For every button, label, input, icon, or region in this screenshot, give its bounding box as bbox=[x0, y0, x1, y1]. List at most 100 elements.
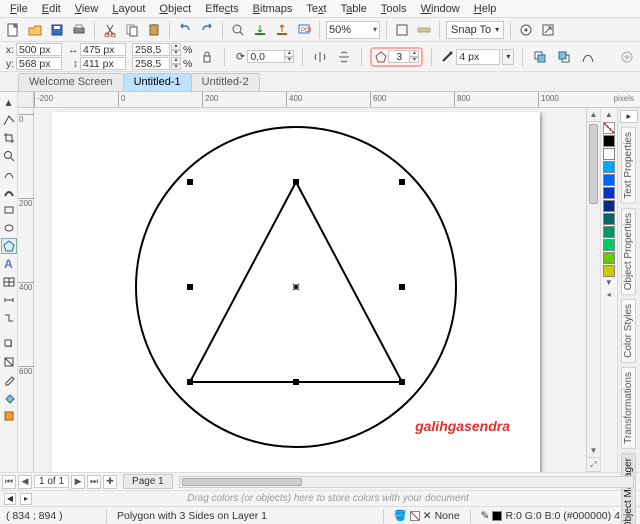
swatch[interactable] bbox=[603, 174, 615, 186]
polygon-object[interactable] bbox=[190, 182, 402, 382]
doc-palette-prev-icon[interactable]: ◀ bbox=[4, 493, 16, 505]
dimension-tool-icon[interactable] bbox=[1, 292, 17, 308]
tab-welcome[interactable]: Welcome Screen bbox=[18, 73, 124, 91]
smartfill-tool-icon[interactable] bbox=[1, 408, 17, 424]
sy-input[interactable]: 258,5 bbox=[132, 57, 170, 70]
transparency-tool-icon[interactable] bbox=[1, 354, 17, 370]
snap-combo[interactable]: Snap To▾ bbox=[446, 21, 504, 39]
save-icon[interactable] bbox=[48, 21, 66, 39]
menu-layout[interactable]: Layout bbox=[106, 2, 151, 16]
menu-window[interactable]: Window bbox=[415, 2, 466, 16]
launch-icon[interactable] bbox=[539, 21, 557, 39]
horizontal-scrollbar[interactable] bbox=[179, 476, 634, 488]
pick-tool-icon[interactable]: ▴ bbox=[1, 94, 17, 110]
zoom-tool-icon[interactable] bbox=[1, 148, 17, 164]
swatch[interactable] bbox=[603, 161, 615, 173]
docker-object-properties[interactable]: Object Properties bbox=[621, 208, 636, 295]
print-icon[interactable] bbox=[70, 21, 88, 39]
swatch[interactable] bbox=[603, 213, 615, 225]
outline-width-dropdown[interactable]: ▾ bbox=[502, 49, 514, 65]
polygon-tool-icon[interactable] bbox=[1, 238, 17, 254]
vertical-ruler[interactable]: 0 200 400 600 bbox=[18, 108, 34, 472]
to-front-icon[interactable] bbox=[531, 48, 549, 66]
paste-icon[interactable] bbox=[145, 21, 163, 39]
menu-object[interactable]: Object bbox=[153, 2, 197, 16]
new-icon[interactable] bbox=[4, 21, 22, 39]
docker-text-properties[interactable]: Text Properties bbox=[621, 127, 636, 204]
sx-spinner[interactable]: ▴▾ bbox=[171, 43, 181, 56]
undo-icon[interactable] bbox=[176, 21, 194, 39]
next-page-icon[interactable]: ▶ bbox=[71, 475, 85, 489]
sides-input[interactable]: 3 bbox=[388, 50, 410, 63]
rulers-icon[interactable] bbox=[415, 21, 433, 39]
menu-edit[interactable]: Edit bbox=[36, 2, 67, 16]
options-icon[interactable] bbox=[517, 21, 535, 39]
ruler-origin[interactable] bbox=[18, 92, 34, 108]
menu-text[interactable]: Text bbox=[300, 2, 332, 16]
w-input[interactable]: 475 px bbox=[80, 43, 126, 56]
fullscreen-icon[interactable] bbox=[393, 21, 411, 39]
tab-untitled-1[interactable]: Untitled-1 bbox=[123, 73, 192, 91]
import-icon[interactable] bbox=[251, 21, 269, 39]
palette-down-icon[interactable]: ▼ bbox=[605, 278, 613, 290]
crop-tool-icon[interactable] bbox=[1, 130, 17, 146]
mirror-h-icon[interactable] bbox=[311, 48, 329, 66]
search-icon[interactable] bbox=[229, 21, 247, 39]
export-icon[interactable] bbox=[273, 21, 291, 39]
x-input[interactable]: 500 px bbox=[16, 43, 62, 56]
menu-table[interactable]: Table bbox=[335, 2, 373, 16]
swatch[interactable] bbox=[603, 226, 615, 238]
swatch[interactable] bbox=[603, 200, 615, 212]
palette-flyout-icon[interactable]: ◂ bbox=[607, 290, 611, 302]
connector-tool-icon[interactable] bbox=[1, 310, 17, 326]
menu-file[interactable]: File bbox=[4, 2, 34, 16]
docker-expand-icon[interactable]: ▸ bbox=[620, 110, 638, 123]
shape-tool-icon[interactable] bbox=[1, 112, 17, 128]
doc-palette-menu-icon[interactable]: ▸ bbox=[20, 493, 32, 505]
mirror-v-icon[interactable] bbox=[335, 48, 353, 66]
open-icon[interactable] bbox=[26, 21, 44, 39]
add-page-icon[interactable]: ✚ bbox=[103, 475, 117, 489]
rotation-spinner[interactable]: ▴▾ bbox=[284, 50, 294, 63]
sx-input[interactable]: 258,5 bbox=[132, 43, 170, 56]
to-back-icon[interactable] bbox=[555, 48, 573, 66]
cut-icon[interactable] bbox=[101, 21, 119, 39]
page-tab-1[interactable]: Page 1 bbox=[123, 474, 173, 489]
redo-icon[interactable] bbox=[198, 21, 216, 39]
palette-up-icon[interactable]: ▲ bbox=[605, 110, 613, 122]
zoom-combo[interactable]: 50%▾ bbox=[326, 21, 380, 39]
artistic-media-icon[interactable] bbox=[1, 184, 17, 200]
copy-icon[interactable] bbox=[123, 21, 141, 39]
last-page-icon[interactable]: ⏭ bbox=[87, 475, 101, 489]
document-palette[interactable]: ◀ ▸ Drag colors (or objects) here to sto… bbox=[0, 490, 640, 506]
swatch-none[interactable] bbox=[603, 122, 615, 134]
convert-curves-icon[interactable] bbox=[579, 48, 597, 66]
tab-untitled-2[interactable]: Untitled-2 bbox=[191, 73, 260, 91]
menu-bitmaps[interactable]: Bitmaps bbox=[247, 2, 299, 16]
docker-object-manager[interactable]: Object Manager bbox=[621, 453, 636, 524]
ellipse-tool-icon[interactable] bbox=[1, 220, 17, 236]
text-tool-icon[interactable]: A bbox=[1, 256, 17, 272]
selection-handles[interactable] bbox=[187, 179, 405, 385]
menu-view[interactable]: View bbox=[69, 2, 105, 16]
swatch[interactable] bbox=[603, 135, 615, 147]
drawing-canvas[interactable]: galihgasendra bbox=[34, 108, 586, 472]
rotation-input[interactable]: 0,0 bbox=[247, 50, 285, 63]
swatch[interactable] bbox=[603, 239, 615, 251]
sy-spinner[interactable]: ▴▾ bbox=[171, 57, 181, 70]
status-fill[interactable]: 🪣 ✕ None bbox=[394, 509, 460, 522]
menu-effects[interactable]: Effects bbox=[199, 2, 244, 16]
prev-page-icon[interactable]: ◀ bbox=[18, 475, 32, 489]
swatch[interactable] bbox=[603, 148, 615, 160]
swatch[interactable] bbox=[603, 252, 615, 264]
docker-color-styles[interactable]: Color Styles bbox=[621, 299, 636, 363]
lock-ratio-icon[interactable] bbox=[198, 48, 216, 66]
swatch[interactable] bbox=[603, 265, 615, 277]
vertical-scrollbar[interactable]: ▲▼⤢ bbox=[586, 108, 600, 472]
h-input[interactable]: 411 px bbox=[80, 57, 126, 70]
sides-spinner[interactable]: ▴▾ bbox=[409, 50, 419, 63]
dropshadow-tool-icon[interactable] bbox=[1, 336, 17, 352]
first-page-icon[interactable]: ⏮ bbox=[2, 475, 16, 489]
outline-width-input[interactable]: 4 px bbox=[456, 49, 500, 65]
freehand-tool-icon[interactable] bbox=[1, 166, 17, 182]
